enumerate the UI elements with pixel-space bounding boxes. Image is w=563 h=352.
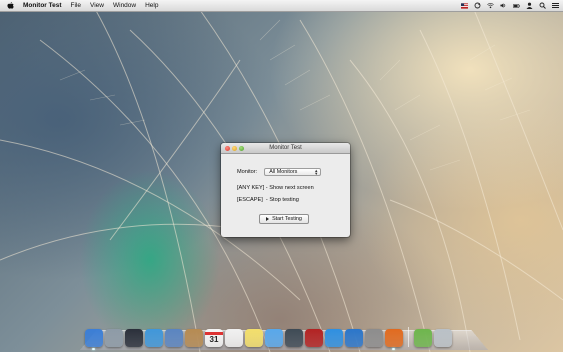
itunes-icon[interactable] bbox=[325, 329, 343, 347]
start-testing-button[interactable]: Start Testing bbox=[259, 214, 309, 224]
dock: 31 bbox=[85, 325, 452, 350]
mail-icon[interactable] bbox=[165, 329, 183, 347]
reminders-icon[interactable] bbox=[225, 329, 243, 347]
mission-control-icon[interactable] bbox=[125, 329, 143, 347]
monitor-select-value: All Monitors bbox=[269, 169, 298, 175]
start-testing-label: Start Testing bbox=[272, 216, 302, 222]
calendar-icon[interactable]: 31 bbox=[205, 329, 223, 347]
menu-view[interactable]: View bbox=[90, 2, 104, 9]
menu-bar: Monitor Test File View Window Help bbox=[0, 0, 563, 12]
calendar-day: 31 bbox=[205, 332, 223, 344]
running-indicator bbox=[392, 348, 395, 350]
notes-icon[interactable] bbox=[245, 329, 263, 347]
flag-icon[interactable] bbox=[461, 2, 468, 9]
downloads-icon[interactable] bbox=[414, 329, 432, 347]
instruction-escape: [ESCAPE] - Stop testing bbox=[237, 197, 299, 203]
select-arrows-icon: ▲ ▼ bbox=[314, 168, 319, 176]
wifi-icon[interactable] bbox=[487, 2, 494, 9]
trash-icon[interactable] bbox=[434, 329, 452, 347]
messages-icon[interactable] bbox=[265, 329, 283, 347]
sync-icon[interactable] bbox=[474, 2, 481, 9]
monitor-row: Monitor: All Monitors ▲ ▼ bbox=[237, 168, 322, 176]
launchpad-icon[interactable] bbox=[105, 329, 123, 347]
user-icon[interactable] bbox=[526, 2, 533, 9]
status-area bbox=[461, 0, 559, 11]
app-store-icon[interactable] bbox=[345, 329, 363, 347]
battery-icon[interactable] bbox=[513, 2, 520, 9]
monitor-select[interactable]: All Monitors ▲ ▼ bbox=[264, 168, 322, 176]
instruction-any-key: [ANY KEY] - Show next screen bbox=[237, 185, 314, 191]
menu-window[interactable]: Window bbox=[113, 2, 136, 9]
safari-icon[interactable] bbox=[145, 329, 163, 347]
window-titlebar[interactable]: Monitor Test bbox=[221, 143, 350, 154]
facetime-icon[interactable] bbox=[285, 329, 303, 347]
system-preferences-icon[interactable] bbox=[365, 329, 383, 347]
dock-separator bbox=[408, 327, 409, 347]
menu-file[interactable]: File bbox=[71, 2, 81, 9]
app-menu[interactable]: Monitor Test bbox=[23, 2, 62, 9]
search-icon[interactable] bbox=[539, 2, 546, 9]
volume-icon[interactable] bbox=[500, 2, 507, 9]
monitor-test-icon[interactable] bbox=[385, 329, 403, 350]
contacts-icon[interactable] bbox=[185, 329, 203, 347]
running-indicator bbox=[92, 348, 95, 350]
finder-icon[interactable] bbox=[85, 329, 103, 350]
list-icon[interactable] bbox=[552, 2, 559, 9]
menu-help[interactable]: Help bbox=[145, 2, 158, 9]
window-title: Monitor Test bbox=[269, 144, 302, 151]
monitor-test-window: Monitor Test Monitor: All Monitors ▲ ▼ [A… bbox=[221, 143, 350, 237]
photo-booth-icon[interactable] bbox=[305, 329, 323, 347]
apple-menu-icon[interactable] bbox=[7, 1, 14, 10]
monitor-label: Monitor: bbox=[237, 169, 258, 175]
play-icon bbox=[266, 217, 270, 221]
